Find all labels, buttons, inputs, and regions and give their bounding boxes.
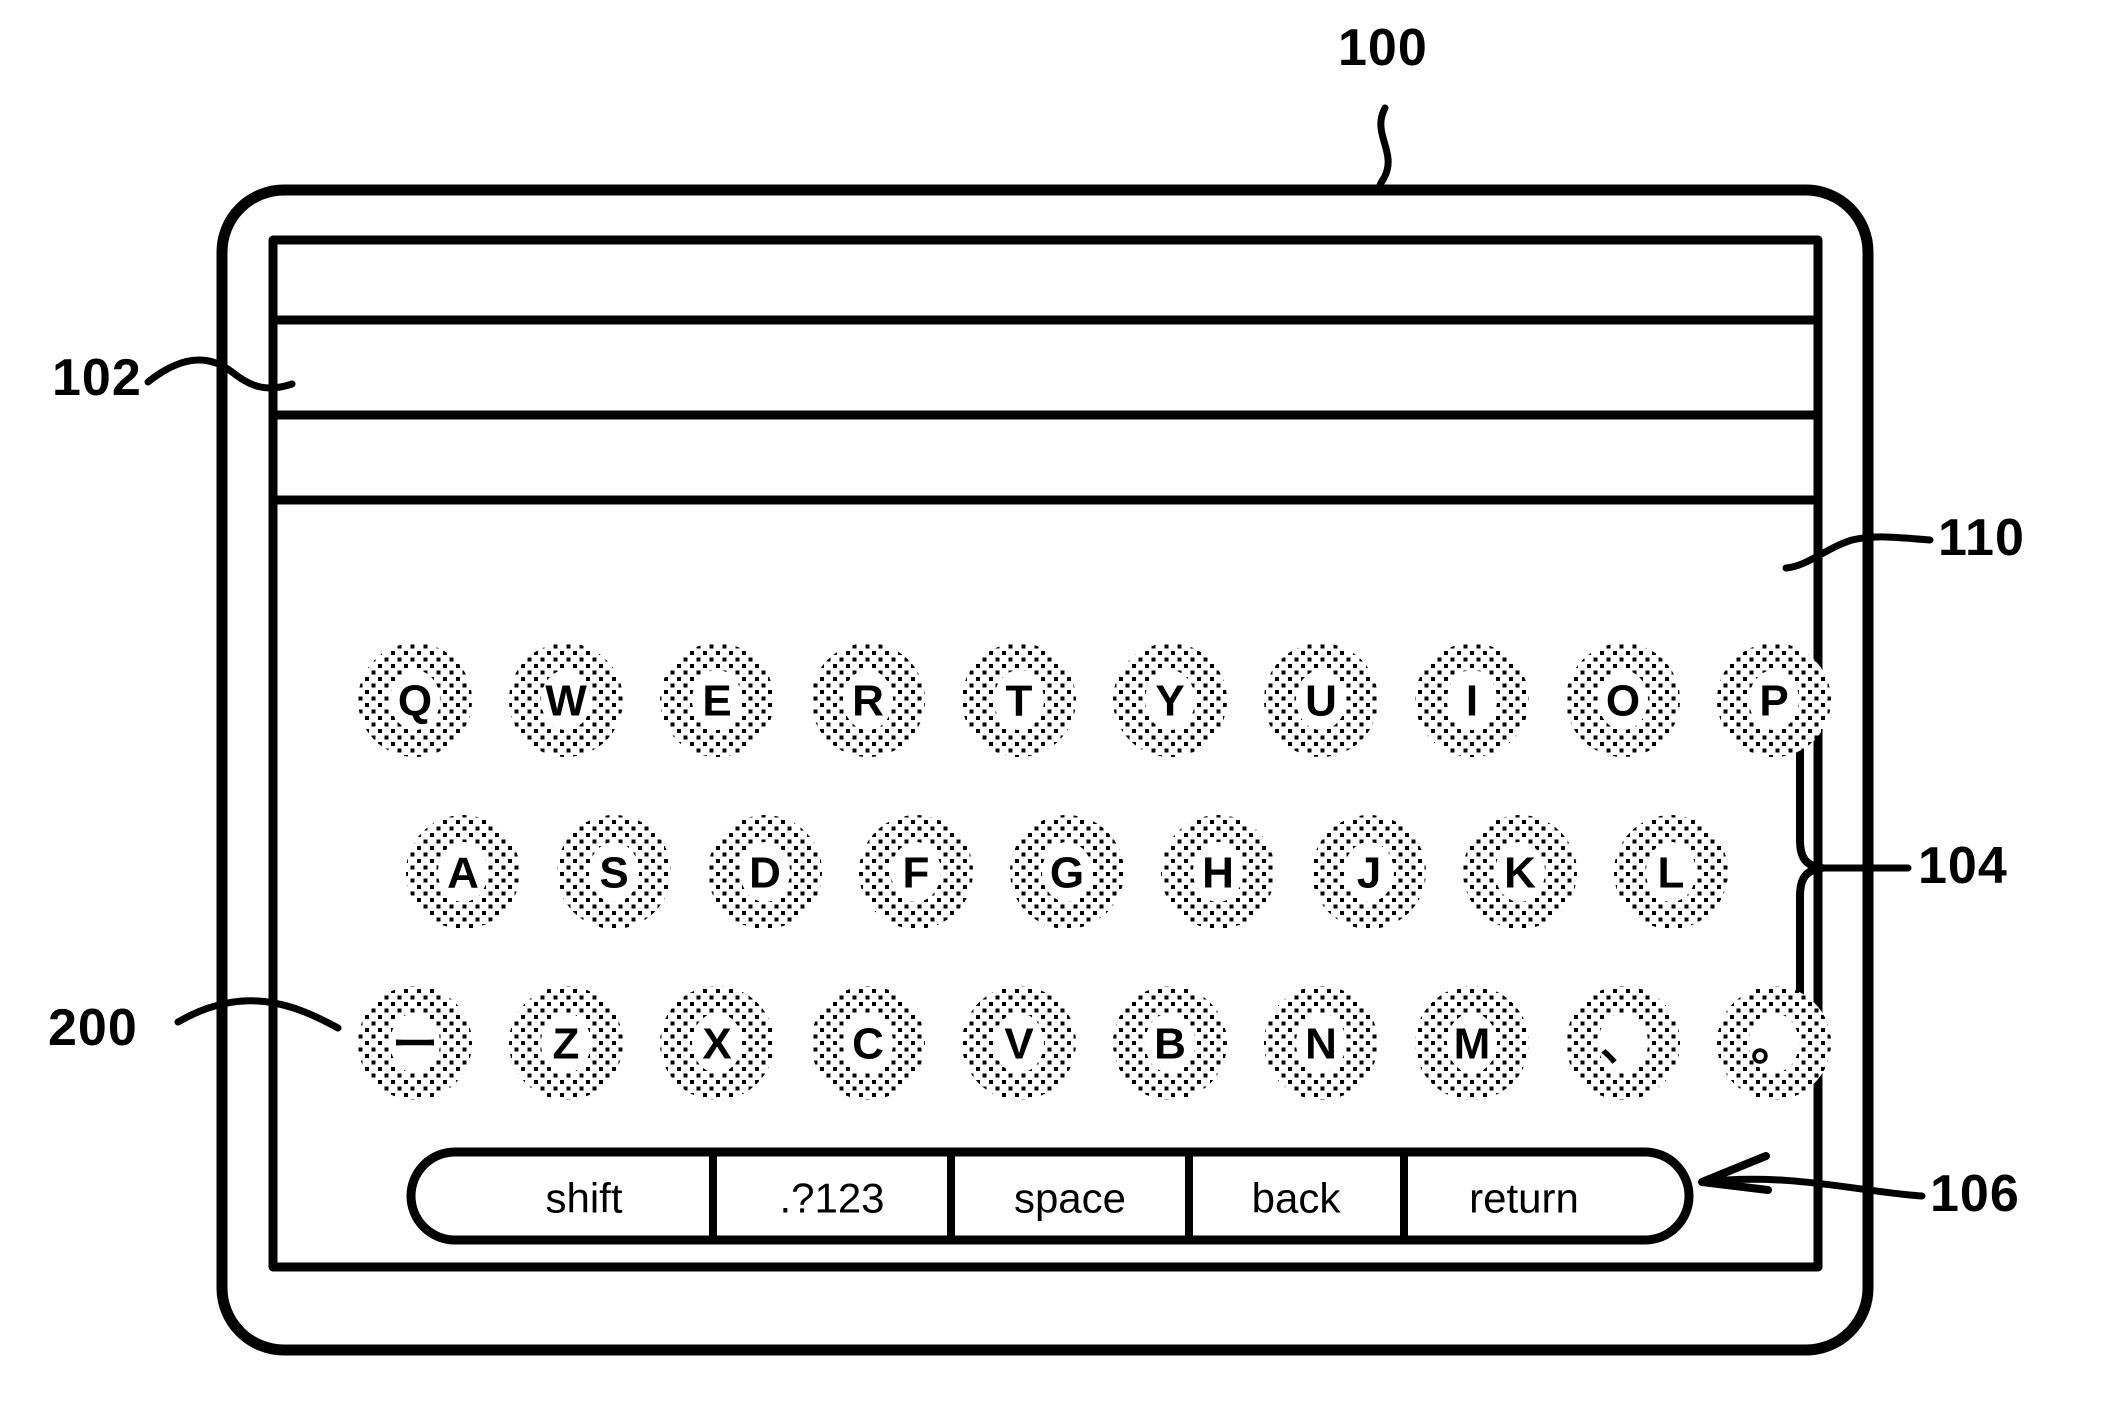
key-P[interactable]: P — [1717, 643, 1831, 757]
key-label-P: P — [1759, 677, 1788, 726]
key-S[interactable]: S — [557, 815, 671, 929]
key-D[interactable]: D — [708, 815, 822, 929]
key-H[interactable]: H — [1161, 815, 1275, 929]
key-label-G: G — [1050, 849, 1084, 898]
reference-numeral-110: 110 — [1938, 509, 2025, 567]
key-Z[interactable]: Z — [509, 986, 623, 1100]
function-key-symbols-label: .?123 — [779, 1175, 884, 1222]
key-label-D: D — [749, 849, 781, 898]
key-label-W: W — [545, 677, 587, 726]
key-label-X: X — [702, 1020, 731, 1069]
key-label-F: F — [903, 849, 930, 898]
key-label-japanese-period: 。 — [1751, 1017, 1797, 1071]
reference-numeral-100: 100 — [1338, 19, 1428, 77]
key-label-I: I — [1466, 677, 1478, 726]
key-label-B: B — [1154, 1020, 1186, 1069]
function-key-return-label: return — [1469, 1175, 1579, 1222]
key-T[interactable]: T — [962, 643, 1076, 757]
reference-numeral-104: 104 — [1918, 837, 2008, 895]
key-A[interactable]: A — [406, 815, 520, 929]
key-long-vowel[interactable]: ー — [358, 986, 472, 1100]
key-label-O: O — [1606, 677, 1640, 726]
key-J[interactable]: J — [1312, 815, 1426, 929]
key-R[interactable]: R — [811, 643, 925, 757]
function-key-bar[interactable]: shift .?123 space back return — [406, 1147, 1694, 1245]
display-screen — [268, 235, 1823, 1272]
key-label-C: C — [852, 1020, 884, 1069]
key-label-R: R — [852, 677, 884, 726]
key-B[interactable]: B — [1113, 986, 1227, 1100]
key-label-A: A — [447, 849, 479, 898]
key-label-long-vowel: ー — [392, 1017, 438, 1071]
key-label-L: L — [1658, 849, 1685, 898]
key-C[interactable]: C — [811, 986, 925, 1100]
reference-numeral-106: 106 — [1930, 1165, 2020, 1223]
function-key-space-label: space — [1014, 1175, 1126, 1222]
key-L[interactable]: L — [1614, 815, 1728, 929]
reference-numeral-200: 200 — [48, 999, 138, 1057]
key-label-N: N — [1305, 1020, 1337, 1069]
key-M[interactable]: M — [1415, 986, 1529, 1100]
function-key-shift-label: shift — [545, 1175, 622, 1222]
key-Q[interactable]: Q — [358, 643, 472, 757]
key-label-E: E — [702, 677, 731, 726]
key-label-H: H — [1202, 849, 1234, 898]
key-label-U: U — [1305, 677, 1337, 726]
key-E[interactable]: E — [660, 643, 774, 757]
key-G[interactable]: G — [1010, 815, 1124, 929]
key-label-K: K — [1504, 849, 1536, 898]
key-U[interactable]: U — [1264, 643, 1378, 757]
key-W[interactable]: W — [509, 643, 623, 757]
key-japanese-comma[interactable]: 、 — [1566, 986, 1680, 1100]
leader-line-100 — [1376, 104, 1392, 196]
key-label-J: J — [1357, 849, 1381, 898]
key-label-T: T — [1006, 677, 1033, 726]
key-K[interactable]: K — [1463, 815, 1577, 929]
key-V[interactable]: V — [962, 986, 1076, 1100]
leader-line-110 — [1782, 533, 1934, 572]
key-label-S: S — [599, 849, 628, 898]
reference-numeral-102: 102 — [52, 349, 142, 407]
key-O[interactable]: O — [1566, 643, 1680, 757]
key-japanese-period[interactable]: 。 — [1717, 986, 1831, 1100]
function-key-back-label: back — [1252, 1175, 1342, 1222]
key-N[interactable]: N — [1264, 986, 1378, 1100]
key-X[interactable]: X — [660, 986, 774, 1100]
key-label-Q: Q — [398, 677, 432, 726]
key-label-japanese-comma: 、 — [1600, 1017, 1646, 1071]
key-label-M: M — [1454, 1020, 1491, 1069]
key-label-V: V — [1004, 1020, 1034, 1069]
figure-canvas: Q W E R T Y U I O P A S D F G H J K L ー Z X C V B N M 、 。 shift .?12… — [0, 0, 2113, 1407]
key-I[interactable]: I — [1415, 643, 1529, 757]
leader-line-200 — [174, 997, 342, 1032]
key-label-Y: Y — [1155, 677, 1184, 726]
key-label-Z: Z — [553, 1020, 580, 1069]
arrowhead-106 — [1698, 1152, 1772, 1194]
line-art-layer: Q W E R T Y U I O P A S D F G H J K L ー Z X C V B N M 、 。 shift .?12… — [144, 104, 1934, 1356]
keyboard-keys: Q W E R T Y U I O P A S D F G H J K L ー Z X C V B N M 、 。 — [358, 643, 1831, 1100]
key-F[interactable]: F — [859, 815, 973, 929]
key-Y[interactable]: Y — [1113, 643, 1227, 757]
